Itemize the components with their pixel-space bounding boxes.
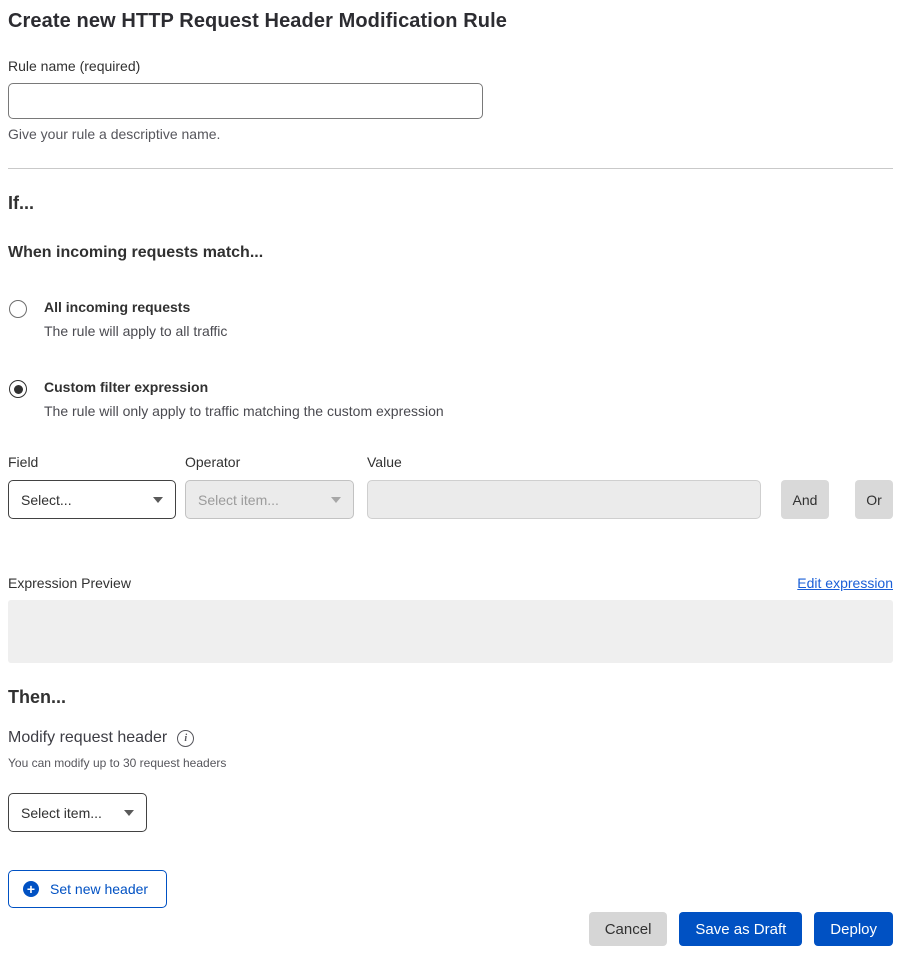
chevron-down-icon	[124, 810, 134, 816]
deploy-button[interactable]: Deploy	[814, 912, 893, 946]
field-select[interactable]: Select...	[8, 480, 176, 519]
header-name-select[interactable]: Select item...	[8, 793, 147, 832]
radio-unchecked-icon[interactable]	[9, 300, 27, 318]
rule-name-help: Give your rule a descriptive name.	[8, 126, 893, 142]
filter-expression-row: Field Select... Operator Select item... …	[8, 454, 893, 519]
radio-option-custom-filter[interactable]: Custom filter expression The rule will o…	[8, 378, 893, 420]
rule-name-label: Rule name (required)	[8, 58, 893, 74]
radio-option-texts: All incoming requests The rule will appl…	[44, 298, 227, 340]
then-heading: Then...	[8, 687, 893, 708]
set-new-header-label: Set new header	[50, 881, 148, 897]
page-title: Create new HTTP Request Header Modificat…	[8, 10, 893, 33]
radio-option-label: All incoming requests	[44, 298, 227, 316]
chevron-down-icon	[153, 497, 163, 503]
radio-option-label: Custom filter expression	[44, 378, 444, 396]
modify-header-help: You can modify up to 30 request headers	[8, 756, 893, 770]
and-button[interactable]: And	[781, 480, 829, 519]
modify-header-row: Modify request header i	[8, 729, 893, 747]
value-label: Value	[367, 454, 761, 470]
edit-expression-link[interactable]: Edit expression	[797, 575, 893, 591]
rule-name-input[interactable]	[8, 83, 483, 119]
cancel-button[interactable]: Cancel	[589, 912, 668, 946]
footer-actions: Cancel Save as Draft Deploy	[8, 912, 893, 946]
header-name-select-value: Select item...	[21, 805, 102, 821]
operator-select-value: Select item...	[198, 492, 279, 508]
plus-circle-icon: +	[23, 881, 39, 897]
radio-option-all-incoming[interactable]: All incoming requests The rule will appl…	[8, 298, 893, 340]
create-rule-page: Create new HTTP Request Header Modificat…	[0, 0, 899, 946]
save-as-draft-button[interactable]: Save as Draft	[679, 912, 802, 946]
radio-option-description: The rule will apply to all traffic	[44, 322, 227, 340]
if-heading: If...	[8, 193, 893, 214]
expression-preview-box	[8, 600, 893, 663]
field-select-value: Select...	[21, 492, 72, 508]
modify-header-label: Modify request header	[8, 729, 167, 747]
value-input[interactable]	[367, 480, 761, 519]
match-subheading: When incoming requests match...	[8, 244, 893, 262]
operator-select[interactable]: Select item...	[185, 480, 354, 519]
operator-column: Operator Select item...	[185, 454, 354, 519]
value-column: Value	[367, 454, 761, 519]
expression-preview-header: Expression Preview Edit expression	[8, 575, 893, 591]
expression-preview-label: Expression Preview	[8, 575, 131, 591]
field-label: Field	[8, 454, 176, 470]
set-new-header-button[interactable]: + Set new header	[8, 870, 167, 908]
info-icon[interactable]: i	[177, 730, 194, 747]
section-divider	[8, 168, 893, 169]
radio-option-description: The rule will only apply to traffic matc…	[44, 402, 444, 420]
radio-option-texts: Custom filter expression The rule will o…	[44, 378, 444, 420]
or-button[interactable]: Or	[855, 480, 893, 519]
field-column: Field Select...	[8, 454, 176, 519]
radio-checked-icon[interactable]	[9, 380, 27, 398]
operator-label: Operator	[185, 454, 354, 470]
chevron-down-icon	[331, 497, 341, 503]
